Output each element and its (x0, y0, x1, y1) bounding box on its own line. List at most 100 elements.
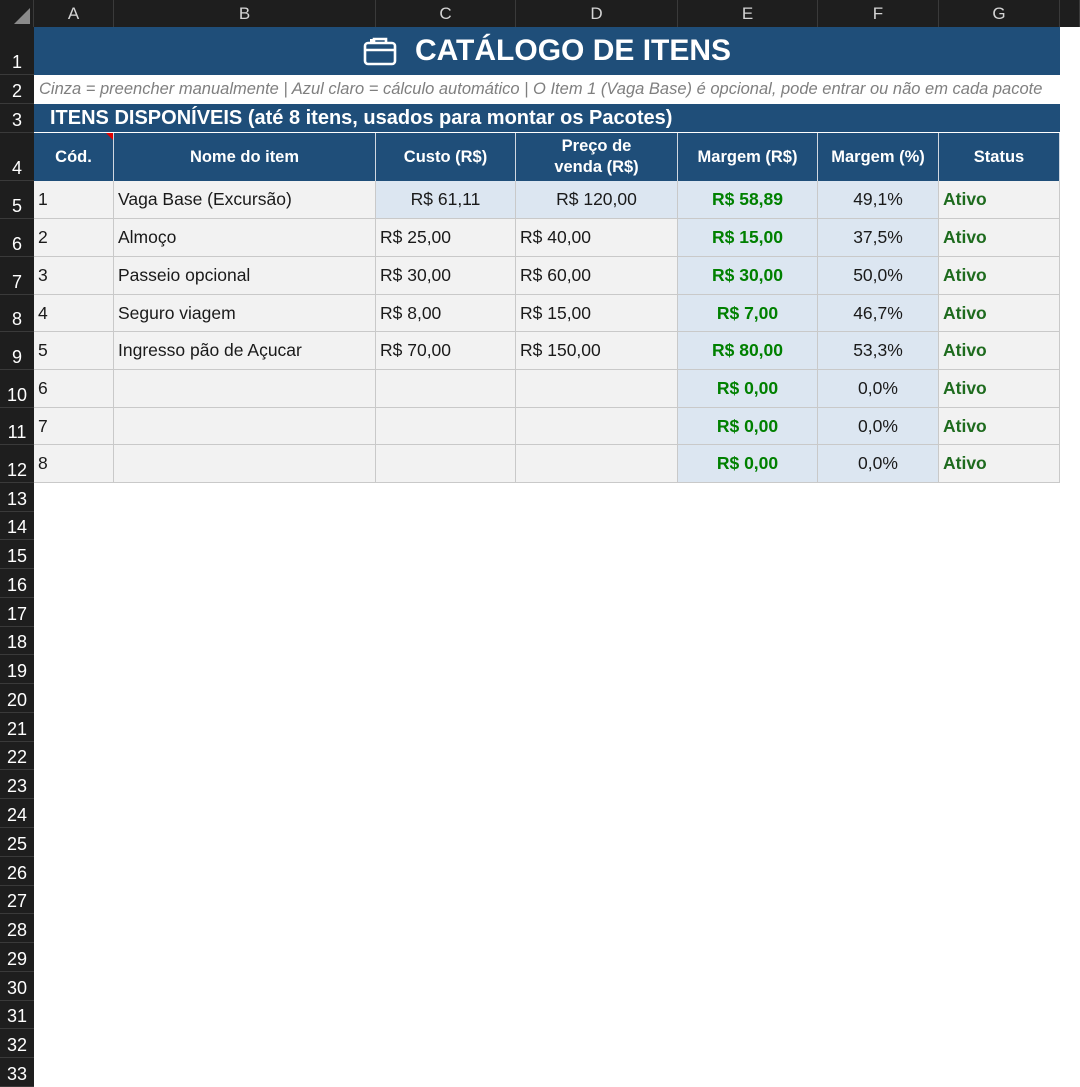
header-custo[interactable]: Custo (R$) (376, 133, 516, 181)
cell-cod[interactable]: 5 (34, 332, 114, 370)
cell-margem[interactable]: R$ 15,00 (678, 219, 818, 257)
cell-custo[interactable]: R$ 30,00 (376, 257, 516, 295)
cell-cod[interactable]: 7 (34, 408, 114, 445)
row-header-26[interactable]: 26 (0, 857, 34, 886)
cell-preco[interactable]: R$ 60,00 (516, 257, 678, 295)
title-bar[interactable]: CATÁLOGO DE ITENS (34, 27, 1060, 75)
cell-preco[interactable] (516, 408, 678, 445)
cell-margem[interactable]: R$ 0,00 (678, 370, 818, 408)
header-margem-rs[interactable]: Margem (R$) (678, 133, 818, 181)
row-header-6[interactable]: 6 (0, 219, 34, 257)
column-header-h[interactable] (1060, 0, 1080, 27)
cell-custo[interactable]: R$ 8,00 (376, 295, 516, 332)
cell-cod[interactable]: 2 (34, 219, 114, 257)
header-cod[interactable]: Cód. (34, 133, 114, 181)
cell-margem[interactable]: R$ 0,00 (678, 408, 818, 445)
cell-preco[interactable] (516, 370, 678, 408)
column-header-g[interactable]: G (939, 0, 1060, 27)
row-header-30[interactable]: 30 (0, 972, 34, 1001)
cell-margem[interactable]: R$ 58,89 (678, 181, 818, 219)
column-header-e[interactable]: E (678, 0, 818, 27)
cell-status[interactable]: Ativo (939, 445, 1060, 483)
header-status[interactable]: Status (939, 133, 1060, 181)
cell-preco[interactable] (516, 445, 678, 483)
cell-pct[interactable]: 0,0% (818, 445, 939, 483)
row-header-32[interactable]: 32 (0, 1029, 34, 1058)
row-header-10[interactable]: 10 (0, 370, 34, 408)
header-nome[interactable]: Nome do item (114, 133, 376, 181)
row-header-24[interactable]: 24 (0, 799, 34, 828)
row-header-9[interactable]: 9 (0, 332, 34, 370)
cell-preco[interactable]: R$ 15,00 (516, 295, 678, 332)
cell-status[interactable]: Ativo (939, 408, 1060, 445)
row-header-27[interactable]: 27 (0, 886, 34, 914)
row-header-1[interactable]: 1 (0, 27, 34, 75)
section-title[interactable]: ITENS DISPONÍVEIS (até 8 itens, usados p… (34, 104, 1060, 133)
select-all-corner[interactable] (0, 0, 34, 27)
cell-pct[interactable]: 46,7% (818, 295, 939, 332)
cell-cod[interactable]: 4 (34, 295, 114, 332)
column-header-b[interactable]: B (114, 0, 376, 27)
cell-nome[interactable] (114, 370, 376, 408)
cell-nome[interactable]: Almoço (114, 219, 376, 257)
row-header-25[interactable]: 25 (0, 828, 34, 857)
cell-nome[interactable] (114, 445, 376, 483)
column-header-c[interactable]: C (376, 0, 516, 27)
header-preco[interactable]: Preço de venda (R$) (516, 133, 678, 181)
cell-pct[interactable]: 50,0% (818, 257, 939, 295)
cell-cod[interactable]: 3 (34, 257, 114, 295)
cell-nome[interactable]: Vaga Base (Excursão) (114, 181, 376, 219)
row-header-21[interactable]: 21 (0, 713, 34, 742)
column-header-d[interactable]: D (516, 0, 678, 27)
row-header-28[interactable]: 28 (0, 914, 34, 943)
row-header-12[interactable]: 12 (0, 445, 34, 483)
cell-margem[interactable]: R$ 7,00 (678, 295, 818, 332)
instructions-note[interactable]: Cinza = preencher manualmente | Azul cla… (34, 75, 1060, 104)
cell-pct[interactable]: 53,3% (818, 332, 939, 370)
cell-custo[interactable]: R$ 70,00 (376, 332, 516, 370)
cell-cod[interactable]: 6 (34, 370, 114, 408)
row-header-17[interactable]: 17 (0, 598, 34, 627)
cell-status[interactable]: Ativo (939, 257, 1060, 295)
cell-cod[interactable]: 1 (34, 181, 114, 219)
cell-cod[interactable]: 8 (34, 445, 114, 483)
column-header-a[interactable]: A (34, 0, 114, 27)
cell-status[interactable]: Ativo (939, 295, 1060, 332)
cell-custo[interactable] (376, 445, 516, 483)
cell-status[interactable]: Ativo (939, 332, 1060, 370)
row-header-8[interactable]: 8 (0, 295, 34, 332)
cell-nome[interactable] (114, 408, 376, 445)
cell-preco[interactable]: R$ 40,00 (516, 219, 678, 257)
cell-nome[interactable]: Seguro viagem (114, 295, 376, 332)
cell-margem[interactable]: R$ 80,00 (678, 332, 818, 370)
row-header-3[interactable]: 3 (0, 104, 34, 133)
cell-status[interactable]: Ativo (939, 181, 1060, 219)
row-header-14[interactable]: 14 (0, 512, 34, 540)
row-header-33[interactable]: 33 (0, 1058, 34, 1087)
row-header-19[interactable]: 19 (0, 655, 34, 684)
row-header-16[interactable]: 16 (0, 569, 34, 598)
comment-indicator[interactable] (106, 133, 113, 140)
cell-pct[interactable]: 37,5% (818, 219, 939, 257)
column-header-f[interactable]: F (818, 0, 939, 27)
cell-pct[interactable]: 0,0% (818, 408, 939, 445)
cell-margem[interactable]: R$ 30,00 (678, 257, 818, 295)
row-header-20[interactable]: 20 (0, 684, 34, 713)
row-header-15[interactable]: 15 (0, 540, 34, 569)
cell-custo[interactable]: R$ 61,11 (376, 181, 516, 219)
cell-margem[interactable]: R$ 0,00 (678, 445, 818, 483)
cell-pct[interactable]: 0,0% (818, 370, 939, 408)
cell-nome[interactable]: Passeio opcional (114, 257, 376, 295)
cell-status[interactable]: Ativo (939, 370, 1060, 408)
header-margem-pct[interactable]: Margem (%) (818, 133, 939, 181)
row-header-4[interactable]: 4 (0, 133, 34, 181)
row-header-11[interactable]: 11 (0, 408, 34, 445)
cell-nome[interactable]: Ingresso pão de Açucar (114, 332, 376, 370)
cell-custo[interactable] (376, 408, 516, 445)
cell-status[interactable]: Ativo (939, 219, 1060, 257)
row-header-2[interactable]: 2 (0, 75, 34, 104)
row-header-23[interactable]: 23 (0, 770, 34, 799)
cell-preco[interactable]: R$ 120,00 (516, 181, 678, 219)
row-header-22[interactable]: 22 (0, 742, 34, 770)
row-header-18[interactable]: 18 (0, 627, 34, 655)
